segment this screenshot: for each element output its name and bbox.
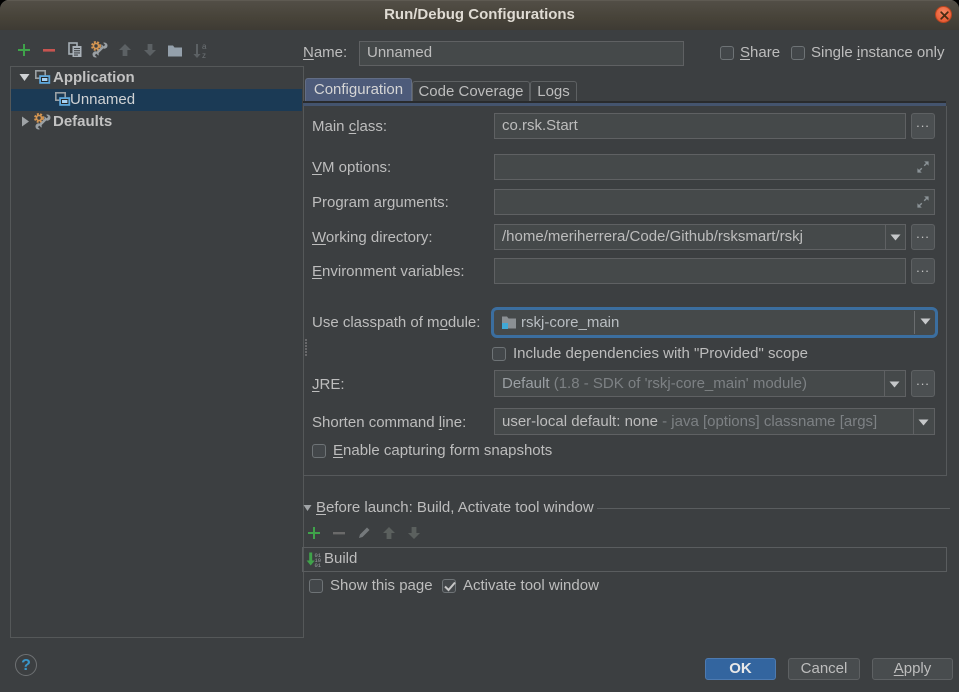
svg-text:a: a	[202, 42, 207, 51]
svg-text:01: 01	[315, 562, 322, 568]
svg-text:z: z	[202, 51, 206, 59]
